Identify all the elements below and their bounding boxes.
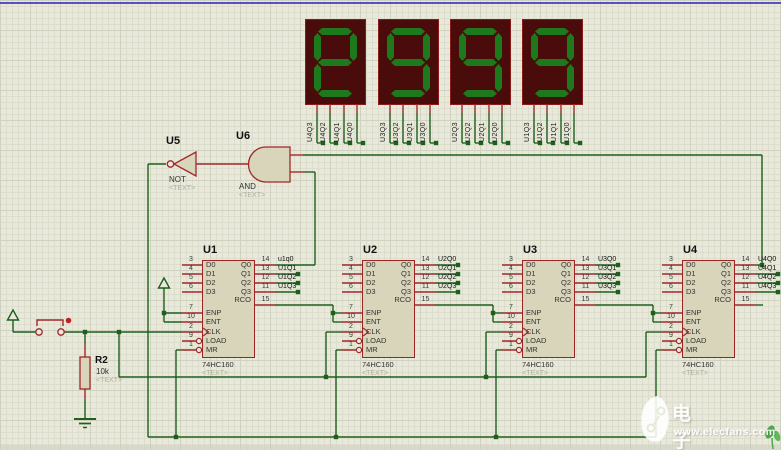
schematic-canvas: U5 NOT <TEXT> U6 AND <TEXT> R2 10k <TEXT… — [0, 0, 781, 450]
watermark-logo — [641, 396, 781, 450]
watermark-brand: 电子发烧友 — [672, 404, 695, 450]
watermark-url: www.elecfans.com — [674, 426, 776, 438]
